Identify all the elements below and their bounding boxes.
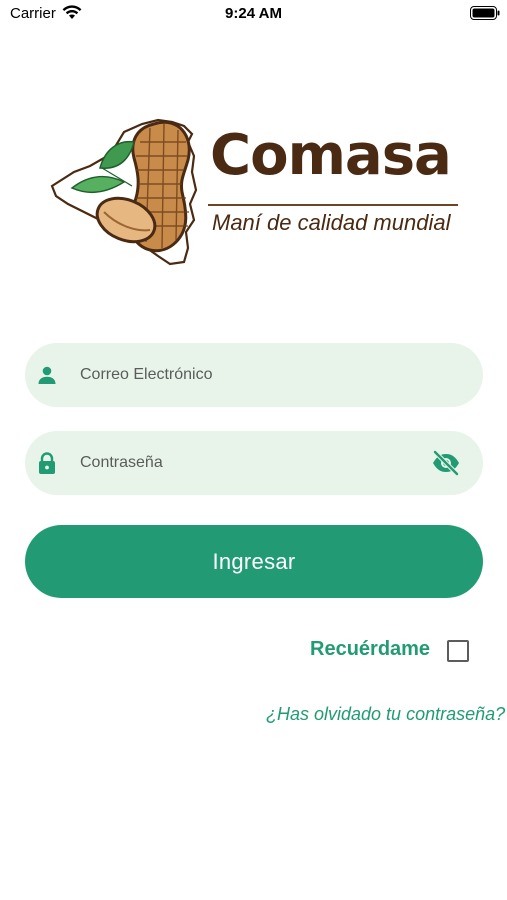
status-bar: Carrier 9:24 AM	[0, 0, 507, 28]
remember-me-checkbox[interactable]	[447, 640, 469, 662]
email-field[interactable]	[25, 343, 483, 407]
lock-icon	[39, 452, 55, 474]
login-button[interactable]: Ingresar	[25, 525, 483, 598]
brand-divider	[208, 204, 458, 206]
eye-off-icon[interactable]	[431, 450, 461, 476]
battery-icon	[470, 6, 500, 20]
brand-name: Comasa	[210, 123, 452, 188]
remember-me-label[interactable]: Recuérdame	[310, 638, 430, 661]
brand-tagline: Maní de calidad mundial	[212, 210, 451, 235]
status-time: 9:24 AM	[225, 5, 282, 22]
forgot-password-link[interactable]: ¿Has olvidado tu contraseña?	[266, 704, 505, 725]
email-input[interactable]	[80, 361, 420, 389]
person-icon	[38, 366, 56, 384]
password-input[interactable]	[80, 449, 420, 477]
password-field[interactable]	[25, 431, 483, 495]
